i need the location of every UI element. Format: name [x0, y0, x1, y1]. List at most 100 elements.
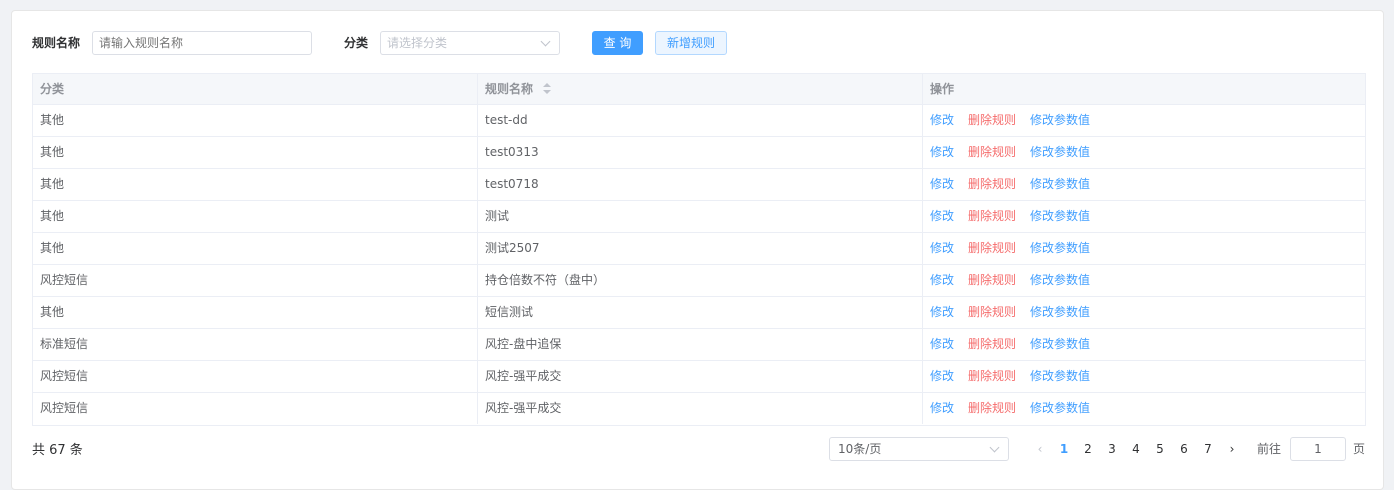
filter-toolbar: 规则名称 分类 请选择分类 查 询 新增规则	[32, 31, 1365, 55]
cell-rule-name: 风控-强平成交	[478, 361, 923, 392]
cell-rule-name: 风控-盘中追保	[478, 329, 923, 360]
cell-actions: 修改 删除规则 修改参数值	[923, 393, 1365, 424]
edit-params-link[interactable]: 修改参数值	[1030, 209, 1090, 223]
cell-rule-name: 测试	[478, 201, 923, 232]
cell-actions: 修改 删除规则 修改参数值	[923, 329, 1365, 360]
cell-rule-name: 测试2507	[478, 233, 923, 264]
table-row: 风控短信 风控-强平成交 修改 删除规则 修改参数值	[33, 393, 1365, 425]
page-number[interactable]: 3	[1100, 437, 1124, 461]
edit-link[interactable]: 修改	[930, 305, 954, 319]
delete-rule-link[interactable]: 删除规则	[968, 369, 1016, 383]
cell-category: 标准短信	[33, 329, 478, 360]
edit-link[interactable]: 修改	[930, 241, 954, 255]
sort-icon[interactable]	[543, 82, 552, 95]
edit-params-link[interactable]: 修改参数值	[1030, 241, 1090, 255]
delete-rule-link[interactable]: 删除规则	[968, 241, 1016, 255]
cell-actions: 修改 删除规则 修改参数值	[923, 265, 1365, 296]
cell-actions: 修改 删除规则 修改参数值	[923, 201, 1365, 232]
delete-rule-link[interactable]: 删除规则	[968, 145, 1016, 159]
header-category: 分类	[33, 74, 478, 105]
cell-category: 风控短信	[33, 265, 478, 296]
table-body: 其他 test-dd 修改 删除规则 修改参数值 其他 test0313 修改 删除规则 修改参数…	[33, 105, 1365, 425]
table-row: 其他 test0313 修改 删除规则 修改参数值	[33, 137, 1365, 169]
rule-name-input[interactable]	[92, 31, 312, 55]
cell-rule-name: 短信测试	[478, 297, 923, 328]
table-row: 风控短信 风控-强平成交 修改 删除规则 修改参数值	[33, 361, 1365, 393]
cell-rule-name: 风控-强平成交	[478, 393, 923, 424]
edit-params-link[interactable]: 修改参数值	[1030, 401, 1090, 415]
table-header: 分类 规则名称 操作	[33, 74, 1365, 105]
edit-link[interactable]: 修改	[930, 337, 954, 351]
edit-params-link[interactable]: 修改参数值	[1030, 337, 1090, 351]
delete-rule-link[interactable]: 删除规则	[968, 177, 1016, 191]
page-number[interactable]: 1	[1052, 437, 1076, 461]
cell-rule-name: 持仓倍数不符（盘中）	[478, 265, 923, 296]
pager: ‹ 1 2 3 4 5 6 7 ›	[1028, 437, 1244, 461]
delete-rule-link[interactable]: 删除规则	[968, 113, 1016, 127]
cell-rule-name: test-dd	[478, 105, 923, 136]
edit-params-link[interactable]: 修改参数值	[1030, 145, 1090, 159]
edit-link[interactable]: 修改	[930, 145, 954, 159]
page-number[interactable]: 4	[1124, 437, 1148, 461]
table-row: 标准短信 风控-盘中追保 修改 删除规则 修改参数值	[33, 329, 1365, 361]
category-select-placeholder: 请选择分类	[387, 36, 448, 50]
delete-rule-link[interactable]: 删除规则	[968, 305, 1016, 319]
cell-rule-name: test0313	[478, 137, 923, 168]
edit-link[interactable]: 修改	[930, 401, 954, 415]
edit-link[interactable]: 修改	[930, 113, 954, 127]
delete-rule-link[interactable]: 删除规则	[968, 209, 1016, 223]
cell-category: 其他	[33, 105, 478, 136]
edit-params-link[interactable]: 修改参数值	[1030, 305, 1090, 319]
page-size-select[interactable]: 10条/页	[829, 437, 1009, 461]
page-number[interactable]: 6	[1172, 437, 1196, 461]
rule-name-label: 规则名称	[32, 36, 81, 50]
cell-actions: 修改 删除规则 修改参数值	[923, 233, 1365, 264]
rules-panel: 规则名称 分类 请选择分类 查 询 新增规则 分类 规则名称 操作 其他test…	[11, 10, 1384, 490]
query-button[interactable]: 查 询	[592, 31, 643, 55]
page-number[interactable]: 7	[1196, 437, 1220, 461]
chevron-down-icon	[989, 442, 1000, 453]
category-label: 分类	[344, 36, 369, 50]
pagination-bar: 共 67 条 10条/页 ‹ 1 2 3 4 5 6 7 › 前往 1 页	[32, 435, 1366, 465]
delete-rule-link[interactable]: 删除规则	[968, 273, 1016, 287]
goto-page-input[interactable]: 1	[1290, 437, 1346, 461]
edit-params-link[interactable]: 修改参数值	[1030, 177, 1090, 191]
cell-actions: 修改 删除规则 修改参数值	[923, 361, 1365, 392]
next-page-icon[interactable]: ›	[1220, 437, 1244, 461]
table-row: 其他 短信测试 修改 删除规则 修改参数值	[33, 297, 1365, 329]
cell-category: 其他	[33, 169, 478, 200]
cell-actions: 修改 删除规则 修改参数值	[923, 105, 1365, 136]
cell-rule-name: test0718	[478, 169, 923, 200]
header-rule-name[interactable]: 规则名称	[478, 74, 923, 105]
edit-link[interactable]: 修改	[930, 273, 954, 287]
total-count: 共 67 条	[32, 443, 83, 458]
cell-category: 其他	[33, 137, 478, 168]
cell-category: 风控短信	[33, 393, 478, 424]
cell-category: 其他	[33, 297, 478, 328]
page-number[interactable]: 2	[1076, 437, 1100, 461]
cell-actions: 修改 删除规则 修改参数值	[923, 137, 1365, 168]
table-row: 其他 测试 修改 删除规则 修改参数值	[33, 201, 1365, 233]
chevron-down-icon	[540, 36, 551, 47]
page-size-value: 10条/页	[838, 442, 882, 456]
edit-params-link[interactable]: 修改参数值	[1030, 369, 1090, 383]
table-row: 其他 测试2507 修改 删除规则 修改参数值	[33, 233, 1365, 265]
table-row: 其他 test0718 修改 删除规则 修改参数值	[33, 169, 1365, 201]
cell-actions: 修改 删除规则 修改参数值	[923, 297, 1365, 328]
edit-link[interactable]: 修改	[930, 209, 954, 223]
category-select[interactable]: 请选择分类	[380, 31, 560, 55]
delete-rule-link[interactable]: 删除规则	[968, 337, 1016, 351]
cell-category: 其他	[33, 233, 478, 264]
edit-params-link[interactable]: 修改参数值	[1030, 113, 1090, 127]
edit-link[interactable]: 修改	[930, 177, 954, 191]
page-number[interactable]: 5	[1148, 437, 1172, 461]
rules-table: 分类 规则名称 操作 其他 test-dd 修改 删除规则 修改参数值 其他 test031…	[32, 73, 1366, 426]
header-rule-name-label: 规则名称	[485, 82, 534, 96]
delete-rule-link[interactable]: 删除规则	[968, 401, 1016, 415]
cell-category: 风控短信	[33, 361, 478, 392]
edit-link[interactable]: 修改	[930, 369, 954, 383]
edit-params-link[interactable]: 修改参数值	[1030, 273, 1090, 287]
add-rule-button[interactable]: 新增规则	[655, 31, 727, 55]
cell-actions: 修改 删除规则 修改参数值	[923, 169, 1365, 200]
prev-page-icon[interactable]: ‹	[1028, 437, 1052, 461]
